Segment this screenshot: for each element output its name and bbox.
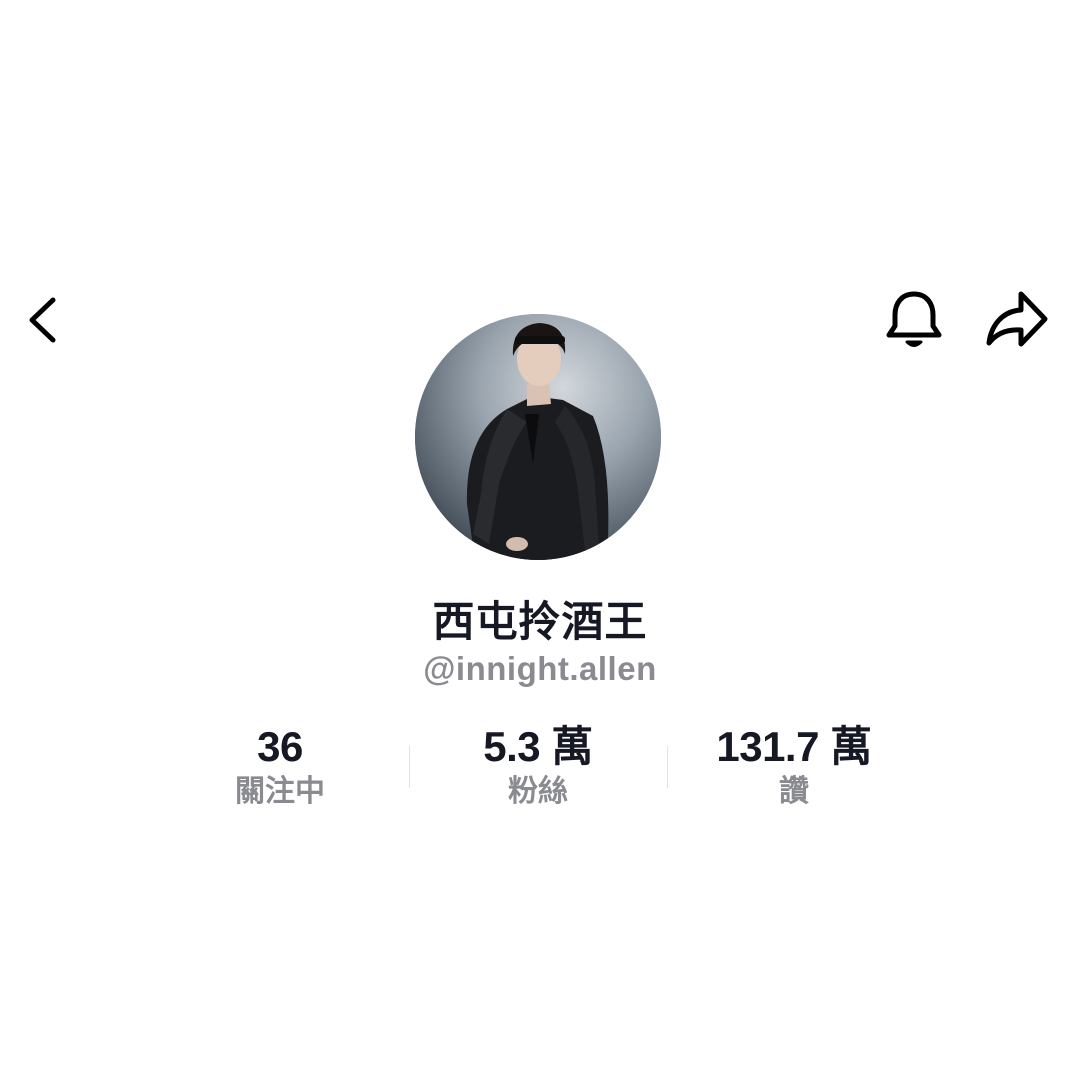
likes-count: 131.7 萬 xyxy=(716,723,872,770)
followers-label: 粉絲 xyxy=(508,774,568,809)
avatar[interactable] xyxy=(415,314,661,560)
likes-label: 讚 xyxy=(779,774,809,809)
stat-divider xyxy=(667,746,668,788)
notification-button[interactable] xyxy=(882,286,946,352)
profile-screen: 西屯拎酒王 @innight.allen 36 關注中 5.3 萬 粉絲 131… xyxy=(0,0,1080,1080)
likes-stat[interactable]: 131.7 萬 讚 xyxy=(674,720,914,812)
following-label: 關注中 xyxy=(235,774,325,809)
display-name: 西屯拎酒王 xyxy=(432,597,648,646)
share-button[interactable] xyxy=(982,286,1052,352)
back-button[interactable] xyxy=(18,290,74,350)
following-stat[interactable]: 36 關注中 xyxy=(160,720,400,812)
stat-divider xyxy=(409,746,410,788)
followers-stat[interactable]: 5.3 萬 粉絲 xyxy=(418,720,658,812)
following-count: 36 xyxy=(257,723,303,770)
profile-photo xyxy=(415,314,661,560)
bell-icon xyxy=(886,291,942,347)
followers-count: 5.3 萬 xyxy=(483,723,593,770)
share-arrow-icon xyxy=(986,291,1048,347)
chevron-left-icon xyxy=(29,297,56,343)
username-handle: @innight.allen xyxy=(423,650,657,687)
